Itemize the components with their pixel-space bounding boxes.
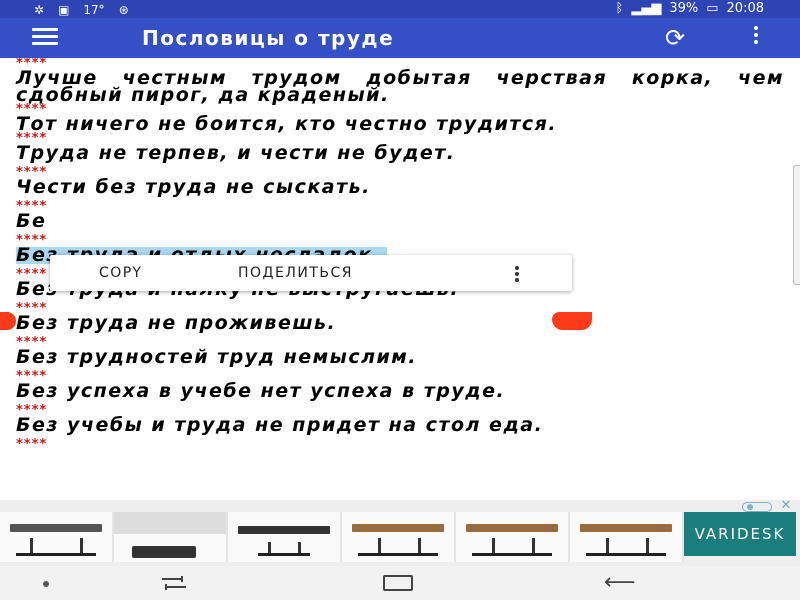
app-bar: Пословицы о труде ⟳: [0, 18, 800, 58]
notification-text: 17°: [83, 3, 105, 17]
page-title: Пословицы о труде: [142, 26, 395, 50]
copy-button[interactable]: COPY: [99, 265, 142, 281]
ad-product-image[interactable]: [342, 512, 456, 562]
list-item[interactable]: Без труда не проживешь.: [16, 312, 784, 337]
proverb-text: Лучше честным трудом добытая черствая ко…: [16, 67, 784, 106]
proverb-text: Без успеха в учебе нет успеха в труде.: [16, 380, 506, 402]
share-button[interactable]: ПОДЕЛИТЬСЯ: [238, 265, 353, 281]
separator: ****: [16, 199, 48, 214]
ad-product-image[interactable]: [228, 512, 342, 562]
recent-apps-icon[interactable]: [158, 574, 190, 592]
list-item[interactable]: Чести без труда не сыскать.: [16, 176, 784, 201]
list-item[interactable]: Без трудностей труд немыслим.: [16, 346, 784, 371]
home-icon[interactable]: [383, 575, 413, 591]
text-selection-menu: COPY ПОДЕЛИТЬСЯ: [50, 255, 572, 291]
close-icon[interactable]: ✕: [778, 499, 794, 513]
ad-product-image[interactable]: [114, 512, 228, 562]
more-vert-icon[interactable]: [513, 266, 521, 282]
battery-icon: ▭: [706, 1, 719, 16]
settings-icon: ✲: [34, 3, 45, 17]
ad-product-image[interactable]: [456, 512, 570, 562]
list-item[interactable]: Без успеха в учебе нет успеха в труде.: [16, 380, 784, 405]
list-item[interactable]: Тот ничего не боится, кто честно трудитс…: [16, 113, 784, 135]
battery-percent: 39%: [669, 1, 699, 16]
separator: ****: [16, 437, 48, 452]
proverb-text: Труда не терпев, и чести не будет.: [16, 142, 456, 164]
shield-icon: ⊛: [118, 3, 129, 17]
list-item[interactable]: Труда не терпев, и чести не будет.: [16, 142, 784, 167]
ad-banner[interactable]: ✕ VARIDESK: [0, 499, 800, 566]
ad-product-image[interactable]: [0, 512, 114, 562]
ad-brand-logo[interactable]: VARIDESK: [684, 512, 796, 556]
back-icon[interactable]: ⟵: [604, 572, 640, 594]
hamburger-menu-icon[interactable]: [32, 28, 58, 48]
proverb-text: Без учебы и труда не придет на стол еда.: [16, 414, 544, 436]
adchoices-icon[interactable]: [742, 502, 772, 512]
navigation-bar: ⟵: [0, 566, 800, 600]
nav-dot-icon[interactable]: [43, 581, 49, 587]
status-bar: ✲ ▣ 17° ⊛ ᛒ ▂▄▆ 39% ▭ 20:08: [0, 0, 800, 18]
clock: 20:08: [726, 1, 764, 16]
ad-product-image[interactable]: [570, 512, 684, 562]
selection-handle-end[interactable]: [552, 312, 592, 330]
proverb-text: Без труда не проживешь.: [16, 312, 337, 334]
proverb-text: Без трудностей труд немыслим.: [16, 346, 418, 368]
signal-icon: ▂▄▆: [631, 1, 662, 16]
bluetooth-icon: ᛒ: [615, 1, 624, 16]
list-item[interactable]: Бе: [16, 210, 784, 235]
list-item[interactable]: Лучше честным трудом добытая черствая ко…: [16, 67, 784, 106]
scrollbar-thumb[interactable]: [793, 165, 800, 285]
proverb-text: Тот ничего не боится, кто честно трудитс…: [16, 113, 558, 135]
more-vert-icon[interactable]: [746, 26, 766, 50]
refresh-icon[interactable]: ⟳: [660, 24, 690, 52]
proverb-text: Бе: [16, 210, 47, 232]
list-item[interactable]: Без учебы и труда не придет на стол еда.: [16, 414, 784, 439]
image-icon: ▣: [58, 3, 70, 17]
ad-thumbnails: [0, 512, 684, 562]
proverb-text: Чести без труда не сыскать.: [16, 176, 371, 198]
